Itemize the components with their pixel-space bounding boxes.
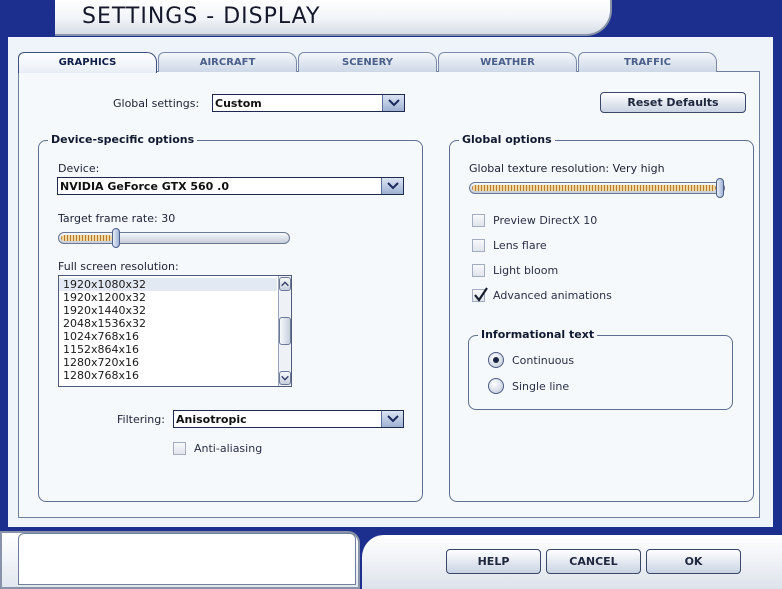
global-options-group: Global options [449, 133, 754, 502]
chevron-down-icon[interactable] [381, 178, 403, 194]
reset-defaults-button[interactable]: Reset Defaults [600, 92, 746, 113]
global-options-title: Global options [459, 133, 555, 146]
status-area [18, 533, 356, 585]
resolution-list[interactable]: 1920x1080x32 1920x1200x32 1920x1440x32 2048… [58, 275, 292, 387]
scroll-down-button[interactable] [279, 371, 291, 385]
checkmark-icon [474, 287, 488, 302]
device-value: NVIDIA GeForce GTX 560 .0 [60, 180, 230, 193]
tab-scenery[interactable]: SCENERY [298, 52, 437, 72]
anti-aliasing-checkbox[interactable] [173, 442, 186, 455]
help-button[interactable]: HELP [446, 549, 541, 574]
anti-aliasing-label: Anti-aliasing [194, 442, 263, 455]
global-settings-value: Custom [215, 97, 262, 110]
frame-rate-thumb[interactable] [111, 228, 120, 248]
resolution-item[interactable]: 1920x1080x32 [59, 278, 277, 291]
continuous-label: Continuous [512, 354, 575, 367]
texture-resolution-fill [472, 185, 716, 191]
texture-resolution-thumb[interactable] [716, 178, 724, 198]
cancel-button[interactable]: CANCEL [546, 549, 641, 574]
radio-dot [493, 357, 499, 363]
frame-left [0, 37, 8, 527]
single-line-radio[interactable] [488, 378, 504, 394]
tab-weather[interactable]: WEATHER [438, 52, 577, 72]
chevron-down-icon[interactable] [382, 95, 404, 111]
filtering-value: Anisotropic [176, 413, 247, 426]
filtering-label: Filtering: [117, 413, 165, 426]
lens-flare-checkbox[interactable] [472, 239, 485, 252]
resolution-scrollbar[interactable] [278, 276, 291, 386]
device-label: Device: [58, 162, 100, 175]
filtering-combo[interactable]: Anisotropic [173, 410, 404, 428]
resolution-item[interactable]: 1280x768x16 [59, 369, 277, 382]
resolution-item[interactable]: 1920x1200x32 [59, 291, 277, 304]
ok-button[interactable]: OK [646, 549, 741, 574]
global-settings-label: Global settings: [113, 97, 200, 110]
texture-resolution-slider[interactable] [469, 178, 725, 198]
tab-traffic[interactable]: TRAFFIC [578, 52, 717, 72]
resolution-item[interactable]: 1024x768x16 [59, 330, 277, 343]
preview-directx10-checkbox[interactable] [472, 214, 485, 227]
chevron-up-icon [281, 281, 289, 287]
global-settings-combo[interactable]: Custom [212, 94, 405, 112]
informational-text-title: Informational text [478, 328, 598, 341]
lens-flare-label: Lens flare [493, 239, 547, 252]
frame-rate-slider[interactable] [58, 228, 290, 248]
light-bloom-checkbox[interactable] [472, 264, 485, 277]
resolution-label: Full screen resolution: [58, 260, 179, 273]
tab-aircraft[interactable]: AIRCRAFT [158, 52, 297, 72]
informational-text-group: Informational text [468, 328, 733, 410]
chevron-down-icon[interactable] [381, 411, 403, 427]
title-bar-right [612, 28, 782, 37]
continuous-radio[interactable] [488, 352, 504, 368]
device-combo[interactable]: NVIDIA GeForce GTX 560 .0 [57, 177, 404, 195]
preview-directx10-label: Preview DirectX 10 [493, 214, 598, 227]
scroll-up-button[interactable] [279, 277, 291, 291]
advanced-animations-label: Advanced animations [493, 289, 612, 302]
resolution-item[interactable]: 1152x864x16 [59, 343, 277, 356]
window-title: SETTINGS - DISPLAY [82, 4, 321, 29]
texture-resolution-label: Global texture resolution: Very high [469, 162, 665, 175]
resolution-item[interactable]: 2048x1536x32 [59, 317, 277, 330]
chevron-down-icon [281, 375, 289, 381]
title-accent [0, 0, 55, 36]
advanced-animations-checkbox[interactable] [472, 287, 488, 302]
device-options-title: Device-specific options [48, 133, 198, 146]
scroll-thumb[interactable] [279, 317, 291, 345]
frame-right [773, 37, 782, 527]
resolution-item[interactable]: 1280x720x16 [59, 356, 277, 369]
frame-rate-fill [61, 235, 112, 241]
light-bloom-label: Light bloom [493, 264, 559, 277]
resolution-item[interactable]: 1920x1440x32 [59, 304, 277, 317]
frame-rate-label: Target frame rate: 30 [58, 212, 176, 225]
tab-graphics[interactable]: GRAPHICS [18, 52, 157, 73]
single-line-label: Single line [512, 380, 570, 393]
